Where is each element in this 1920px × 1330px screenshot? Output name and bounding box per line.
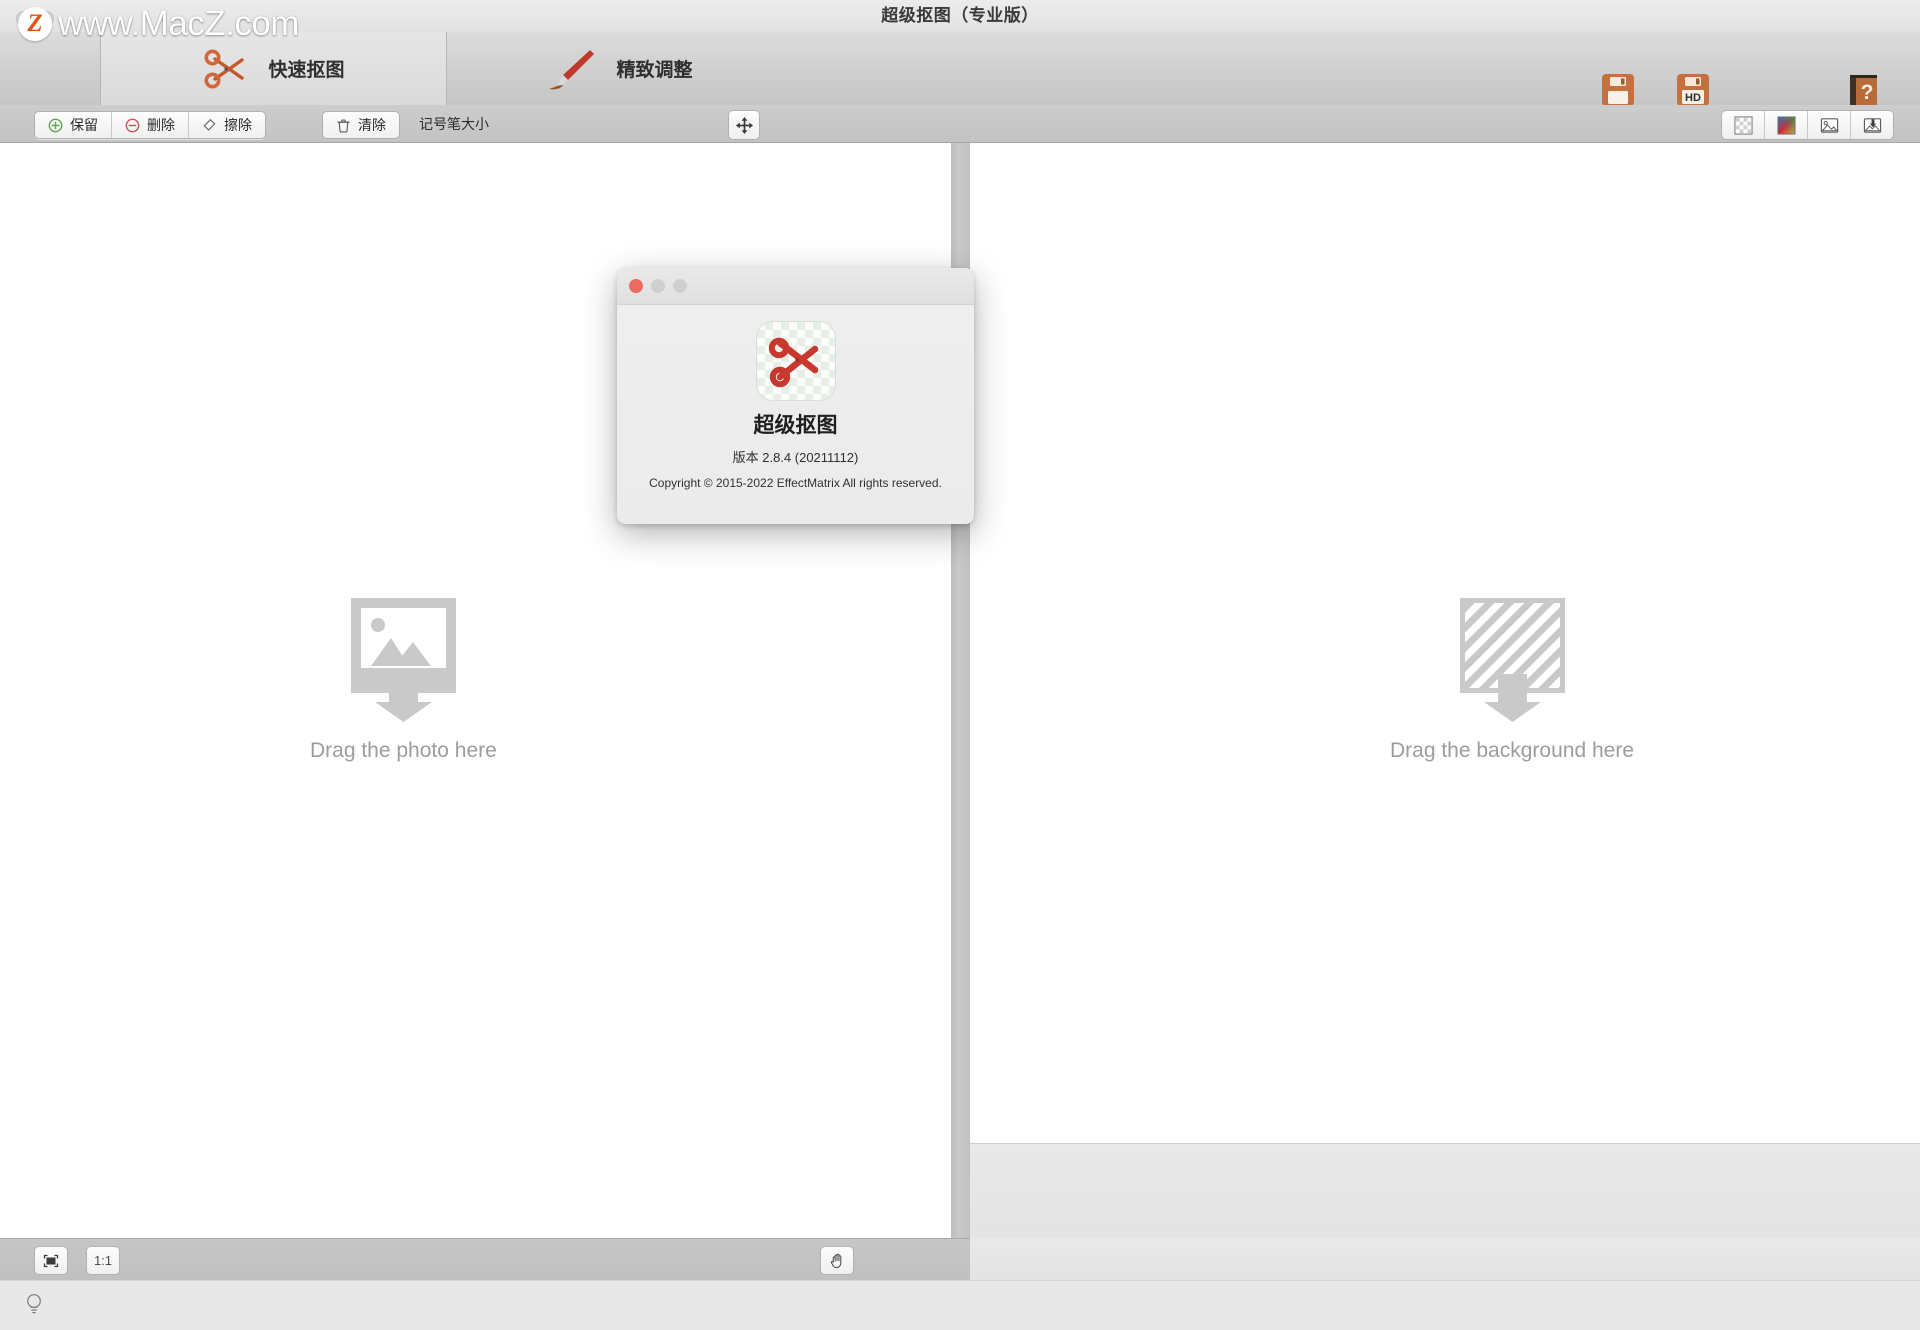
save-hd-button[interactable]: HD	[1673, 70, 1713, 110]
delete-button-label: 删除	[147, 117, 175, 133]
lightbulb-icon	[27, 1294, 41, 1314]
erase-button-label: 擦除	[224, 117, 252, 133]
about-version: 版本 2.8.4 (20211112)	[732, 450, 859, 465]
about-app-name: 超级抠图	[753, 414, 838, 437]
photo-dropzone-label: Drag the photo here	[310, 739, 497, 762]
photo-drop-icon	[350, 598, 456, 722]
transparent-background-button[interactable]	[1722, 111, 1765, 139]
page-title: 超级抠图（专业版）	[881, 6, 1039, 25]
photo-dropzone[interactable]: Drag the photo here	[310, 598, 497, 763]
background-dropzone[interactable]: Drag the background here	[1390, 598, 1634, 763]
trash-icon	[337, 119, 350, 133]
tab-bar: 快速抠图 精致调整 HD ?	[0, 32, 1920, 106]
help-button[interactable]: ?	[1843, 70, 1883, 110]
title-bar: 超级抠图（专业版）	[0, 0, 1920, 33]
about-copyright: Copyright © 2015-2022 EffectMatrix All r…	[649, 476, 942, 490]
tip-indicator[interactable]	[24, 1291, 44, 1322]
zoom-one-to-one-button[interactable]: 1:1	[86, 1246, 120, 1275]
background-label: 背景:	[1760, 1200, 1920, 1221]
clear-button[interactable]: 清除	[322, 111, 400, 139]
about-dialog-title-bar	[617, 268, 974, 305]
fit-to-window-button[interactable]	[34, 1246, 68, 1275]
import-image-icon	[1863, 117, 1881, 133]
photo-icon	[1820, 117, 1838, 133]
move-tool-button[interactable]	[728, 110, 760, 140]
about-dialog[interactable]: 超级抠图 版本 2.8.4 (20211112) Copyright © 201…	[617, 268, 974, 524]
background-row: 背景: Disc模糊 ▲▼ 半径 ▲▼	[970, 1190, 1920, 1230]
save-button[interactable]	[1598, 70, 1638, 110]
move-arrows-icon	[735, 116, 753, 134]
brush-size-label: 记号笔大小	[419, 116, 489, 132]
svg-text:?: ?	[1861, 81, 1874, 104]
save-floppy-icon	[1602, 74, 1634, 106]
tab-refine-adjust-label: 精致调整	[616, 60, 693, 81]
erase-button[interactable]: 擦除	[189, 112, 265, 138]
color-wheel-icon	[1776, 115, 1796, 135]
save-floppy-hd-icon: HD	[1677, 74, 1709, 106]
hand-pan-button[interactable]	[820, 1246, 854, 1275]
eraser-icon	[203, 118, 216, 131]
status-bar: 1:1	[0, 1238, 970, 1281]
delete-button[interactable]: 删除	[112, 112, 189, 138]
plus-circle-icon	[48, 118, 63, 132]
mode-button-group: 保留 删除 擦除	[34, 111, 266, 139]
brush-icon	[549, 49, 595, 89]
target-object-label: 目标对象:	[1760, 1158, 1920, 1179]
minus-circle-icon	[125, 118, 140, 132]
effect-options-panel: 目标对象: 空 ▲▼ ▲▼ 背景: Disc模糊 ▲▼ 半径 ▲▼	[970, 1143, 1920, 1239]
about-app-icon	[755, 321, 836, 401]
about-dialog-body: 超级抠图 版本 2.8.4 (20211112) Copyright © 201…	[617, 305, 974, 524]
background-canvas-pane[interactable]: Drag the background here	[970, 143, 1920, 1143]
clear-button-label: 清除	[358, 117, 386, 133]
keep-button[interactable]: 保留	[35, 112, 112, 138]
bottom-right-filler	[970, 1238, 1920, 1280]
app-window: 超级抠图（专业版） 快速抠图 精致调整 HD ? Z www.MacZ.com …	[0, 0, 1920, 1330]
tab-refine-adjust[interactable]: 精致调整	[447, 32, 792, 105]
background-dropzone-label: Drag the background here	[1390, 739, 1634, 762]
fit-to-window-icon	[43, 1254, 59, 1267]
view-mode-group	[1721, 110, 1894, 140]
svg-text:HD: HD	[1685, 92, 1701, 104]
hand-pan-icon	[830, 1253, 841, 1269]
hatch-drop-icon	[1459, 598, 1565, 722]
tab-quick-cutout[interactable]: 快速抠图	[100, 32, 447, 105]
image-background-button[interactable]	[1808, 111, 1851, 139]
tool-bar: 保留 删除 擦除 清除 记号笔大小	[0, 105, 1920, 236]
keep-button-label: 保留	[70, 117, 98, 133]
about-minimize-button[interactable]	[651, 279, 665, 293]
one-to-one-icon: 1:1	[93, 1253, 113, 1268]
tab-quick-cutout-label: 快速抠图	[268, 60, 345, 81]
scissors-app-icon	[768, 337, 818, 388]
target-object-row: 目标对象: 空 ▲▼ ▲▼	[970, 1148, 1920, 1188]
tip-bar	[0, 1280, 1920, 1330]
about-close-button[interactable]	[629, 279, 643, 293]
about-maximize-button[interactable]	[673, 279, 687, 293]
checkerboard-icon	[1733, 115, 1753, 135]
scissors-icon	[204, 49, 245, 88]
color-background-button[interactable]	[1765, 111, 1808, 139]
help-book-icon: ?	[1850, 75, 1877, 106]
import-image-button[interactable]	[1851, 111, 1893, 139]
